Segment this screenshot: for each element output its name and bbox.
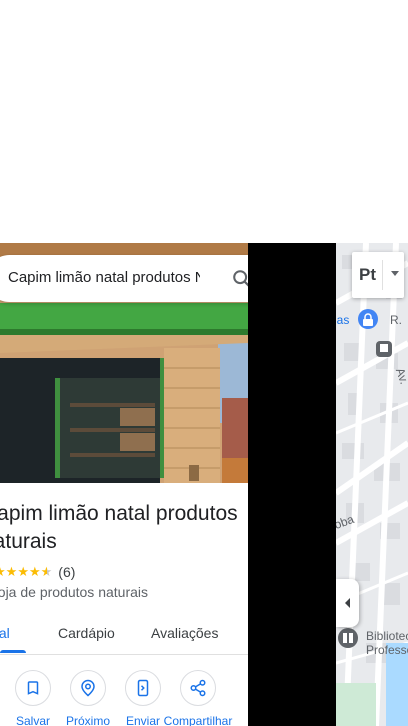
send-label: Enviar — [125, 714, 160, 726]
place-tabs: Visão geral Cardápio Avaliações — [0, 615, 248, 655]
share-button[interactable]: Compartilhar — [164, 670, 232, 726]
language-button[interactable]: Pt — [352, 252, 404, 298]
place-panel: Capim limão natal produtos naturais ★ ★ … — [0, 243, 248, 726]
tab-menu[interactable]: Cardápio — [58, 625, 115, 641]
active-tab-indicator — [0, 650, 26, 653]
tab-reviews[interactable]: Avaliações — [151, 625, 218, 641]
map-library-label[interactable]: Biblioteca Professora — [366, 629, 408, 657]
send-button-circle[interactable] — [125, 670, 161, 706]
half-star-icon: ★ — [40, 564, 53, 579]
place-title: Capim limão natal produtos naturais — [0, 502, 238, 553]
rating-row[interactable]: ★ ★ ★ ★ ★ (6) — [0, 563, 75, 581]
share-label: Compartilhar — [163, 714, 233, 726]
bookmark-icon — [27, 681, 39, 695]
map-label-partial: las — [336, 313, 350, 327]
language-divider — [382, 260, 383, 290]
place-category[interactable]: Loja de produtos naturais — [0, 584, 148, 600]
chevron-down-icon[interactable] — [391, 271, 399, 276]
save-button[interactable]: Salvar — [3, 670, 63, 726]
collapse-panel-button[interactable] — [336, 579, 359, 627]
chevron-left-icon — [344, 598, 350, 608]
share-icon — [190, 679, 206, 697]
star-icon: ★ — [28, 564, 41, 579]
tab-overview[interactable]: Visão geral — [0, 625, 10, 641]
nearby-icon — [81, 679, 95, 697]
map-canvas[interactable]: las R. Av. oba Biblioteca Professora — [336, 243, 408, 726]
language-button-label: Pt — [359, 265, 376, 284]
maps-app: Capim limão natal produtos naturais ★ ★ … — [0, 0, 408, 726]
panel-gap — [248, 243, 336, 726]
share-button-circle[interactable] — [180, 670, 216, 706]
save-button-circle[interactable] — [15, 670, 51, 706]
nearby-button-circle[interactable] — [70, 670, 106, 706]
save-label: Salvar — [15, 714, 50, 726]
map-street-label: R. — [390, 313, 402, 327]
nearby-label: Próximo — [65, 714, 110, 726]
rating-stars: ★ ★ ★ ★ ★ — [0, 565, 52, 579]
rating-count[interactable]: (6) — [58, 564, 75, 580]
star-icon: ★ — [5, 564, 18, 579]
action-buttons: Salvar Próximo Enviar Compartilhar — [0, 670, 248, 726]
star-icon: ★ — [17, 564, 29, 579]
search-input[interactable]: Capim limão natal produtos Na — [8, 269, 200, 286]
nearby-button[interactable]: Próximo — [58, 670, 118, 726]
send-to-phone-icon — [137, 679, 149, 697]
